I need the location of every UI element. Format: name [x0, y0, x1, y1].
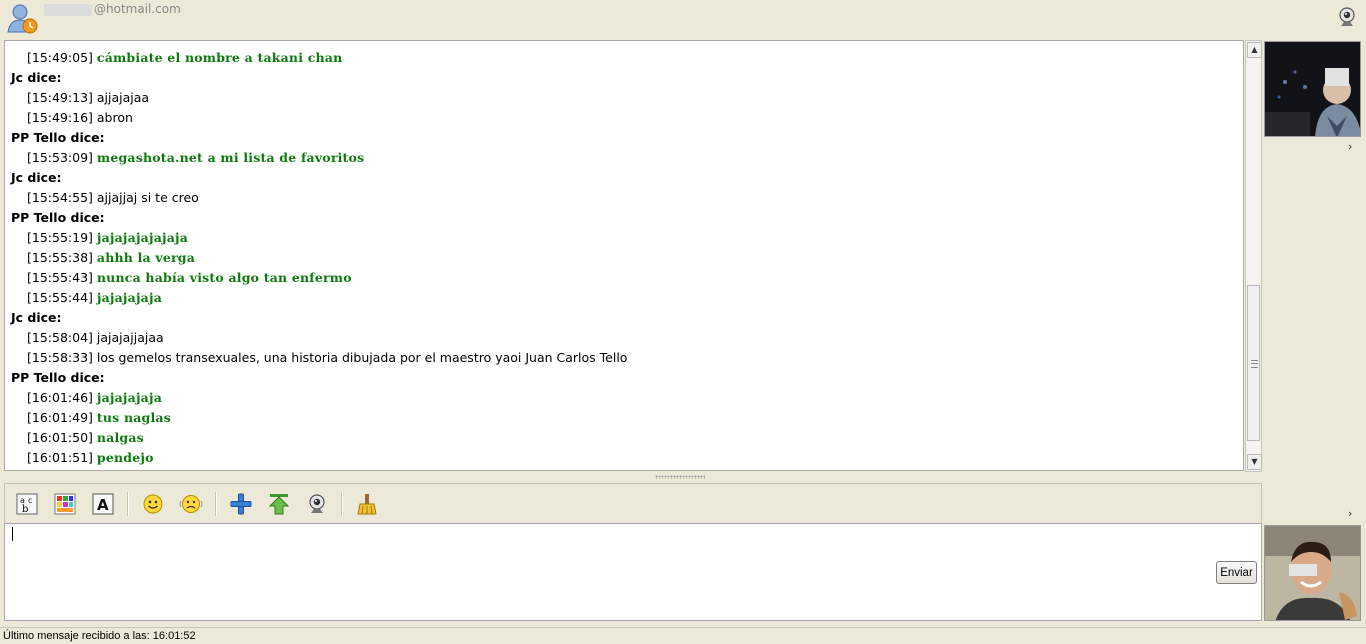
user-buddy-icon[interactable] [6, 2, 38, 34]
clear-broom-icon[interactable] [355, 492, 379, 516]
chat-scrollbar[interactable]: ▲ ▼ [1245, 40, 1262, 472]
message-timestamp: [15:55:38] [27, 250, 93, 265]
message-timestamp: [15:58:33] [27, 350, 93, 365]
message-text: pendejo [96, 450, 154, 465]
sender-header: Jc dice: [11, 70, 62, 85]
chat-message: [16:01:51] pendejo [11, 448, 627, 468]
message-timestamp: [15:55:43] [27, 270, 93, 285]
message-timestamp: [15:54:55] [27, 190, 93, 205]
message-timestamp: [15:53:09] [27, 150, 93, 165]
message-timestamp: [15:49:16] [27, 110, 93, 125]
chat-history[interactable]: [15:49:05] cámbiate el nombre a takani c… [4, 40, 1244, 471]
scroll-up-button[interactable]: ▲ [1247, 42, 1262, 58]
chat-message: [15:58:04] jajajajjajaa [11, 328, 627, 348]
contact-display-picture[interactable] [1264, 41, 1361, 137]
message-text: ajjajjaj si te creo [96, 190, 199, 205]
message-text: jajajajaja [96, 290, 163, 305]
chat-message: [15:49:05] cámbiate el nombre a takani c… [11, 48, 627, 68]
message-timestamp: [15:55:44] [27, 290, 93, 305]
chat-message: [15:55:43] nunca había visto algo tan en… [11, 268, 627, 288]
chat-message: [15:53:09] megashota.net a mi lista de f… [11, 148, 627, 168]
chevron-right-icon[interactable]: › [1348, 140, 1352, 153]
message-text: cámbiate el nombre a takani chan [96, 50, 343, 65]
message-timestamp: [16:01:46] [27, 390, 93, 405]
scroll-down-button[interactable]: ▼ [1247, 454, 1262, 470]
contact-email: @hotmail.com [44, 2, 181, 16]
toolbar-separator [341, 492, 343, 516]
message-timestamp: [15:49:13] [27, 90, 93, 105]
sender-header: Jc dice: [11, 170, 62, 185]
chat-message: [15:55:38] ahhh la verga [11, 248, 627, 268]
smiley-icon[interactable] [141, 492, 165, 516]
message-timestamp: [15:58:04] [27, 330, 93, 345]
text-format-icon[interactable]: A [91, 492, 115, 516]
pane-splitter[interactable] [655, 475, 705, 479]
webcam-icon[interactable] [305, 492, 329, 516]
chat-message: [15:58:33] los gemelos transexuales, una… [11, 348, 627, 368]
toolbar-separator [127, 492, 129, 516]
message-text: jajajajaja [96, 390, 163, 405]
webcam-icon[interactable] [1336, 6, 1358, 28]
text-caret [12, 527, 13, 541]
last-message-status: Último mensaje recibido a las: 16:01:52 [3, 630, 196, 642]
own-display-picture[interactable] [1264, 525, 1361, 621]
svg-text:c: c [28, 496, 32, 505]
chat-message: [15:49:16] abron [11, 108, 627, 128]
add-contact-icon[interactable] [229, 492, 253, 516]
chat-message: [15:55:19] jajajajajajaja [11, 228, 627, 248]
message-text: ajjajajaa [96, 90, 150, 105]
message-timestamp: [16:01:49] [27, 410, 93, 425]
message-timestamp: [16:01:50] [27, 430, 93, 445]
wink-emoticon-icon[interactable] [179, 492, 203, 516]
message-text: megashota.net a mi lista de favoritos [96, 150, 365, 165]
chat-message: [16:01:46] jajajajaja [11, 388, 627, 408]
message-text: jajajajjajaa [96, 330, 164, 345]
send-file-icon[interactable] [267, 492, 291, 516]
chat-message: [16:01:49] tus naglas [11, 408, 627, 428]
format-toolbar: acb A [4, 483, 1262, 523]
message-text: los gemelos transexuales, una historia d… [96, 350, 628, 365]
message-timestamp: [15:55:19] [27, 230, 93, 245]
message-input[interactable] [4, 523, 1262, 621]
contact-photo [1265, 42, 1360, 136]
svg-text:A: A [97, 496, 109, 514]
chat-message: [16:01:50] nalgas [11, 428, 627, 448]
message-text: jajajajajajaja [96, 230, 189, 245]
scroll-thumb[interactable] [1247, 285, 1260, 441]
svg-text:b: b [22, 504, 28, 515]
own-photo [1265, 526, 1360, 620]
message-timestamp: [16:01:51] [27, 450, 93, 465]
email-domain: @hotmail.com [94, 2, 181, 16]
message-text: abron [96, 110, 133, 125]
chat-message: [15:54:55] ajjajjaj si te creo [11, 188, 627, 208]
sender-header: PP Tello dice: [11, 370, 105, 385]
conversation-header: @hotmail.com [0, 0, 1366, 36]
message-list: [15:49:05] cámbiate el nombre a takani c… [11, 48, 627, 468]
sender-header: PP Tello dice: [11, 130, 105, 145]
send-button[interactable]: Enviar [1216, 561, 1257, 584]
sender-header: PP Tello dice: [11, 210, 105, 225]
font-abc-icon[interactable]: acb [15, 492, 39, 516]
chat-message: [15:49:13] ajjajajaa [11, 88, 627, 108]
chevron-right-icon[interactable]: › [1348, 507, 1352, 520]
status-bar: Último mensaje recibido a las: 16:01:52 [0, 627, 1366, 644]
color-palette-icon[interactable] [53, 492, 77, 516]
message-timestamp: [15:49:05] [27, 50, 93, 65]
email-redaction [44, 3, 92, 16]
sender-header: Jc dice: [11, 310, 62, 325]
chat-message: [15:55:44] jajajajaja [11, 288, 627, 308]
message-text: nunca había visto algo tan enfermo [96, 270, 352, 285]
message-text: tus naglas [96, 410, 171, 425]
toolbar-separator [215, 492, 217, 516]
message-text: ahhh la verga [96, 250, 196, 265]
message-text: nalgas [96, 430, 144, 445]
